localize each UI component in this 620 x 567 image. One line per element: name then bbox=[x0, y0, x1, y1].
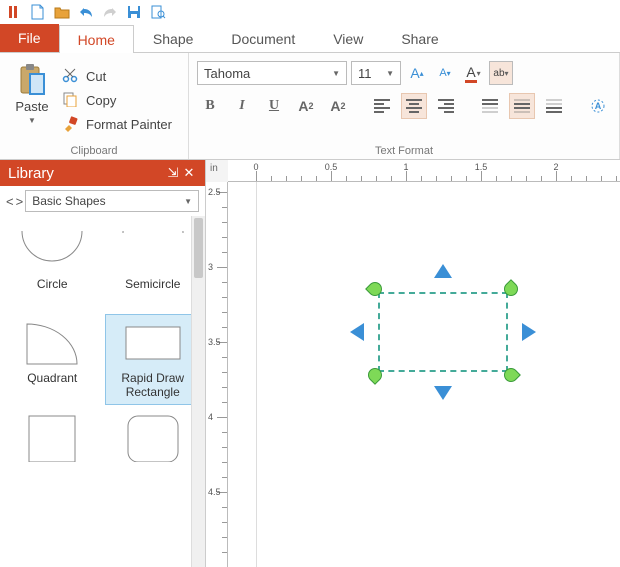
next-category-button[interactable]: > bbox=[16, 194, 22, 209]
shape-square[interactable] bbox=[4, 409, 101, 499]
font-name: Tahoma bbox=[204, 66, 250, 81]
canvas-area: in 00.511.52 2.533.544.5 bbox=[206, 160, 620, 567]
tab-document[interactable]: Document bbox=[212, 24, 314, 52]
tab-home[interactable]: Home bbox=[59, 25, 134, 53]
text-rotation-button[interactable]: A bbox=[585, 93, 611, 119]
underline-button[interactable]: U bbox=[261, 93, 287, 119]
library-panel: Library ⇲ ✕ < > Basic Shapes ▼ Circle Se… bbox=[0, 160, 206, 567]
align-center-button[interactable] bbox=[401, 93, 427, 119]
shrink-font-button[interactable]: A▾ bbox=[433, 61, 457, 85]
page-edge bbox=[256, 182, 257, 567]
subscript-button[interactable]: A2 bbox=[325, 93, 351, 119]
shapes-grid: Circle Semicircle Quadrant Rapid Draw Re… bbox=[0, 216, 205, 503]
chevron-down-icon: ▼ bbox=[28, 116, 36, 125]
shape-rapid-draw-rectangle[interactable]: Rapid Draw Rectangle bbox=[105, 314, 202, 405]
format-painter-label: Format Painter bbox=[86, 117, 172, 132]
connect-arrow-up[interactable] bbox=[434, 264, 452, 278]
canvas[interactable] bbox=[228, 182, 620, 567]
cut-button[interactable]: Cut bbox=[62, 67, 172, 85]
shape-rectangle[interactable] bbox=[378, 292, 508, 372]
library-title: Library bbox=[8, 165, 54, 182]
file-tab[interactable]: File bbox=[0, 24, 59, 52]
selected-shape[interactable] bbox=[378, 292, 508, 372]
category-select[interactable]: Basic Shapes ▼ bbox=[25, 190, 199, 212]
cut-label: Cut bbox=[86, 69, 106, 84]
new-doc-icon[interactable] bbox=[30, 4, 46, 20]
bold-button[interactable]: B bbox=[197, 93, 223, 119]
italic-button[interactable]: I bbox=[229, 93, 255, 119]
save-icon[interactable] bbox=[126, 4, 142, 20]
tab-view[interactable]: View bbox=[314, 24, 382, 52]
library-scrollbar[interactable] bbox=[191, 216, 205, 567]
connect-arrow-right[interactable] bbox=[522, 323, 536, 341]
copy-icon bbox=[62, 91, 80, 109]
superscript-button[interactable]: A2 bbox=[293, 93, 319, 119]
undo-icon[interactable] bbox=[78, 4, 94, 20]
tab-shape[interactable]: Shape bbox=[134, 24, 212, 52]
paste-label: Paste bbox=[15, 99, 48, 114]
redo-icon bbox=[102, 4, 118, 20]
group-clipboard: Paste ▼ Cut Copy Format Painter Clipboar… bbox=[0, 53, 189, 159]
shape-rounded-rect[interactable] bbox=[105, 409, 202, 499]
chevron-down-icon: ▼ bbox=[184, 197, 192, 206]
group-text-format: Tahoma ▼ 11 ▼ A▴ A▾ A▾ ab▾ B I U A2 A2 bbox=[189, 53, 620, 159]
svg-text:A: A bbox=[595, 101, 602, 111]
copy-label: Copy bbox=[86, 93, 116, 108]
align-right-button[interactable] bbox=[433, 93, 459, 119]
library-header: Library ⇲ ✕ bbox=[0, 160, 205, 186]
close-icon[interactable]: ✕ bbox=[181, 165, 197, 181]
align-top-button[interactable] bbox=[477, 93, 503, 119]
quick-access-toolbar bbox=[0, 0, 620, 24]
font-color-button[interactable]: A▾ bbox=[461, 61, 485, 85]
chevron-down-icon: ▼ bbox=[386, 69, 394, 78]
pin-icon[interactable]: ⇲ bbox=[165, 165, 181, 181]
preview-icon[interactable] bbox=[150, 4, 166, 20]
font-size-select[interactable]: 11 ▼ bbox=[351, 61, 401, 85]
align-bottom-button[interactable] bbox=[541, 93, 567, 119]
paste-icon bbox=[17, 63, 47, 97]
font-size: 11 bbox=[358, 66, 372, 81]
align-middle-button[interactable] bbox=[509, 93, 535, 119]
ribbon-tabs: File Home Shape Document View Share bbox=[0, 24, 620, 52]
chevron-down-icon: ▼ bbox=[332, 69, 340, 78]
font-select[interactable]: Tahoma ▼ bbox=[197, 61, 347, 85]
shape-circle[interactable]: Circle bbox=[4, 220, 101, 310]
scissors-icon bbox=[62, 67, 80, 85]
app-logo-icon bbox=[6, 4, 22, 20]
shape-quadrant[interactable]: Quadrant bbox=[4, 314, 101, 405]
connect-arrow-left[interactable] bbox=[350, 323, 364, 341]
main-area: Library ⇲ ✕ < > Basic Shapes ▼ Circle Se… bbox=[0, 160, 620, 567]
format-painter-button[interactable]: Format Painter bbox=[62, 115, 172, 133]
library-nav: < > Basic Shapes ▼ bbox=[0, 186, 205, 216]
copy-button[interactable]: Copy bbox=[62, 91, 172, 109]
ribbon: Paste ▼ Cut Copy Format Painter Clipboar… bbox=[0, 52, 620, 160]
category-label: Basic Shapes bbox=[32, 194, 105, 208]
tab-share[interactable]: Share bbox=[382, 24, 457, 52]
group-title-textformat: Text Format bbox=[197, 143, 611, 157]
align-left-button[interactable] bbox=[369, 93, 395, 119]
connect-arrow-down[interactable] bbox=[434, 386, 452, 400]
ruler-unit: in bbox=[210, 163, 218, 174]
brush-icon bbox=[62, 115, 80, 133]
grow-font-button[interactable]: A▴ bbox=[405, 61, 429, 85]
ruler-vertical: 2.533.544.5 bbox=[206, 182, 228, 567]
shape-semicircle[interactable]: Semicircle bbox=[105, 220, 202, 310]
paste-button[interactable]: Paste ▼ bbox=[8, 57, 56, 143]
group-title-clipboard: Clipboard bbox=[8, 143, 180, 157]
scrollbar-thumb[interactable] bbox=[194, 218, 203, 278]
highlight-button[interactable]: ab▾ bbox=[489, 61, 513, 85]
prev-category-button[interactable]: < bbox=[6, 194, 12, 209]
open-icon[interactable] bbox=[54, 4, 70, 20]
ruler-horizontal: in 00.511.52 bbox=[228, 160, 620, 182]
